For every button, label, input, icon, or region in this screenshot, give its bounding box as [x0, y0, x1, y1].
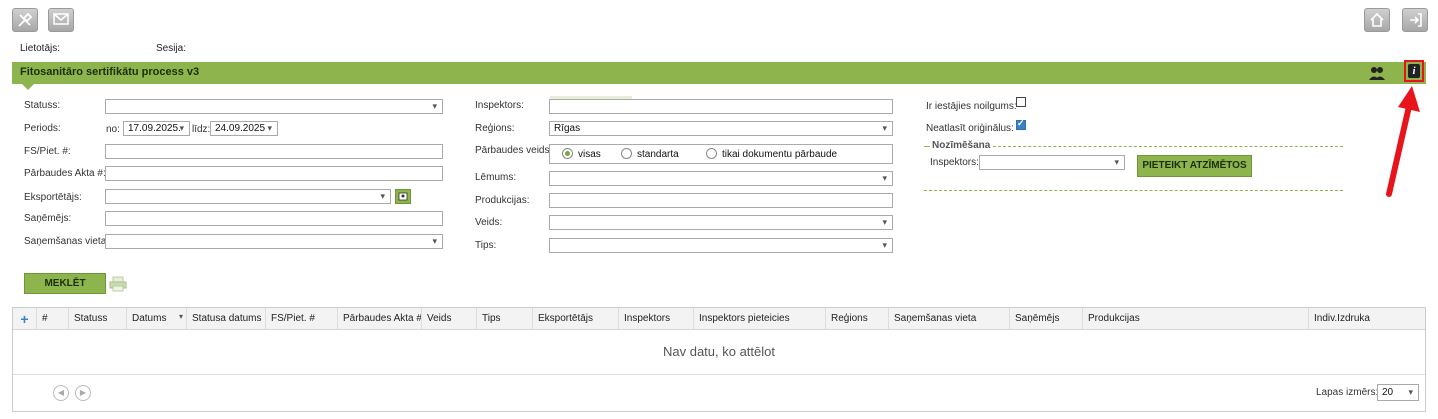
act-input[interactable] [105, 166, 443, 181]
period-from-input[interactable]: 17.09.2025. [123, 121, 190, 136]
exporter-label: Eksportētājs: [24, 192, 82, 203]
col-exporter[interactable]: Eksportētājs [533, 308, 619, 329]
status-select[interactable] [105, 99, 443, 114]
mail-icon[interactable] [48, 8, 74, 32]
radio-selected-icon [562, 148, 573, 159]
col-status-date[interactable]: Statusa datums [187, 308, 266, 329]
region-label: Reģions: [475, 123, 515, 134]
tips-select[interactable] [549, 238, 893, 253]
sort-desc-icon: ▾ [179, 312, 184, 321]
col-act[interactable]: Pārbaudes Akta # [338, 308, 422, 329]
type-label: Veids: [475, 217, 503, 228]
exit-icon[interactable] [1402, 8, 1428, 32]
fs-label: FS/Piet. #: [24, 146, 71, 157]
col-number[interactable]: # [37, 308, 69, 329]
assign-inspector-label: Inspektors: [930, 157, 979, 168]
col-receiver[interactable]: Saņēmējs [1010, 308, 1083, 329]
decision-select[interactable] [549, 171, 893, 186]
col-date[interactable]: Datums [127, 308, 187, 329]
home-icon[interactable] [1364, 8, 1390, 32]
type-select[interactable] [549, 215, 893, 230]
info-icon[interactable]: i [1408, 64, 1420, 78]
users-icon[interactable] [1368, 65, 1386, 81]
user-label: Lietotājs: [20, 43, 61, 54]
receiver-input[interactable] [105, 211, 443, 226]
overdue-checkbox[interactable] [1016, 97, 1026, 107]
receiver-label: Saņēmējs: [24, 213, 72, 224]
page-size-select[interactable]: 20 [1377, 384, 1419, 401]
print-icon[interactable] [109, 276, 127, 292]
results-grid: + # Statuss Datums ▾ Statusa datums FS/P… [12, 307, 1426, 412]
search-button[interactable]: MEKLĒT [24, 273, 106, 294]
col-inspector[interactable]: Inspektors [619, 308, 694, 329]
assign-fieldset-border-left [924, 146, 930, 147]
tips-label: Tips: [475, 240, 497, 251]
process-title-bar: Fitosanitāro sertifikātu process v3 i [12, 60, 1426, 84]
status-label: Statuss: [24, 100, 61, 111]
info-icon-highlight: i [1404, 60, 1424, 82]
col-region[interactable]: Reģions [826, 308, 889, 329]
assign-inspector-select[interactable] [979, 155, 1125, 170]
inspector-label: Inspektors: [475, 100, 524, 111]
products-label: Produkcijas: [475, 195, 530, 206]
radio-tikai-dokumentu[interactable]: tikai dokumentu pārbaude [706, 148, 837, 161]
page-size-label: Lapas izmērs: [1316, 387, 1379, 398]
col-receive-place[interactable]: Saņemšanas vieta [889, 308, 1010, 329]
radio-icon [706, 148, 717, 159]
no-original-checkbox[interactable] [1016, 118, 1026, 130]
next-page-icon[interactable]: ▶ [75, 385, 91, 401]
receive-place-select[interactable] [105, 234, 443, 249]
radio-visas[interactable]: visas [562, 148, 601, 161]
exporter-select[interactable] [105, 189, 391, 204]
col-indiv-print[interactable]: Indiv.Izdruka [1309, 308, 1425, 329]
region-select[interactable]: Rīgas [549, 121, 893, 136]
col-status[interactable]: Statuss [69, 308, 127, 329]
period-to-input[interactable]: 24.09.2025 [210, 121, 278, 136]
col-type[interactable]: Veids [422, 308, 477, 329]
period-from-label: no: [106, 124, 120, 135]
grid-header: + # Statuss Datums ▾ Statusa datums FS/P… [13, 308, 1425, 330]
period-to-label: līdz: [192, 124, 211, 135]
period-label: Periods: [24, 123, 61, 134]
title-pointer [22, 84, 34, 90]
assign-button[interactable]: PIETEIKT ATZĪMĒTOS [1137, 155, 1252, 177]
check-type-group: visas standarta tikai dokumentu pārbaude [549, 144, 893, 164]
annotation-arrow-icon [1386, 86, 1420, 197]
fs-input[interactable] [105, 144, 443, 159]
col-fs[interactable]: FS/Piet. # [266, 308, 338, 329]
prev-page-icon[interactable]: ◀ [53, 385, 69, 401]
assign-fieldset-border-bottom [924, 190, 1343, 191]
grid-pager: ◀ ▶ Lapas izmērs: 20 [13, 374, 1425, 411]
no-original-label: Neatlasīt oriģinālus: [926, 123, 1014, 134]
assign-title: Nozīmēšana [932, 140, 991, 151]
empty-message: Nav datu, ko attēlot [13, 329, 1425, 375]
check-type-label: Pārbaudes veids: [475, 145, 553, 156]
overdue-label: Ir iestājies noilgums: [926, 101, 1017, 112]
inspector-input[interactable] [549, 99, 893, 114]
user-info-bar: Lietotājs: Sesija: [20, 43, 280, 55]
assign-fieldset-border-top [993, 146, 1343, 147]
exporter-lookup-button[interactable] [395, 189, 411, 204]
expand-all-icon[interactable]: + [13, 308, 37, 329]
page-title: Fitosanitāro sertifikātu process v3 [20, 66, 200, 78]
decision-label: Lēmums: [475, 172, 517, 183]
radio-icon [621, 148, 632, 159]
tools-icon[interactable] [12, 8, 38, 32]
col-tips[interactable]: Tips [477, 308, 533, 329]
col-inspector-applied[interactable]: Inspektors pieteicies [694, 308, 826, 329]
products-input[interactable] [549, 193, 893, 208]
session-label: Sesija: [156, 43, 187, 54]
radio-standarta[interactable]: standarta [621, 148, 679, 161]
lookup-icon [398, 192, 408, 201]
receive-place-label: Saņemšanas vieta: [24, 236, 110, 247]
col-products[interactable]: Produkcijas [1083, 308, 1309, 329]
act-label: Pārbaudes Akta #: [24, 168, 106, 179]
